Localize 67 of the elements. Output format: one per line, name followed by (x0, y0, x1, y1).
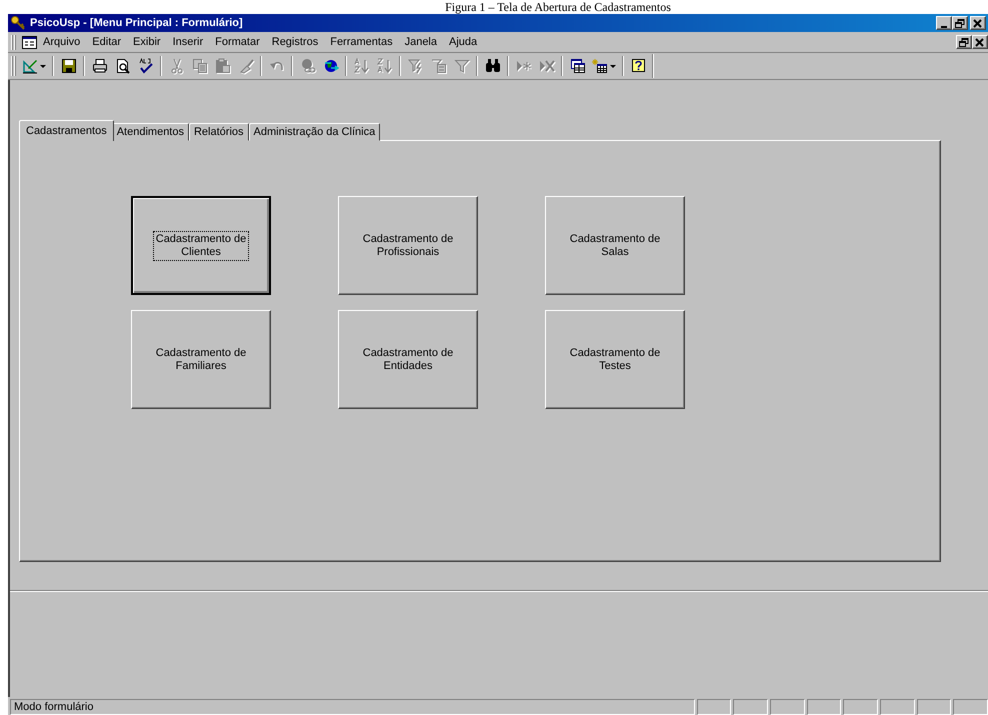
tab[interactable]: Administração da Clínica (248, 123, 380, 141)
question-mark-icon (630, 58, 646, 74)
globe-chain-icon (300, 58, 316, 74)
tab[interactable]: Cadastramentos (19, 120, 114, 141)
status-panel (696, 699, 732, 715)
sort-descending-icon (376, 58, 392, 74)
status-panel (916, 699, 952, 715)
key-icon (10, 15, 26, 31)
menu-button[interactable]: Cadastramento de Clientes (131, 196, 271, 295)
close-icon (974, 36, 986, 48)
restore-icon (958, 36, 970, 48)
menu-item[interactable]: Ferramentas (324, 34, 399, 50)
arrow-cross-icon (538, 58, 554, 74)
menu-button[interactable]: Cadastramento de Testes (545, 310, 685, 409)
close-icon (972, 18, 984, 28)
funnel-icon (454, 58, 470, 74)
printer-icon (92, 58, 108, 74)
arrow-asterisk-icon (516, 58, 532, 74)
menubar-grip[interactable] (11, 34, 16, 50)
caret-icon (610, 64, 616, 68)
globe-arrows-icon (322, 58, 338, 74)
menu-item[interactable]: Formatar (209, 34, 266, 50)
menu-item[interactable]: Ajuda (443, 34, 484, 50)
menu-item[interactable]: Arquivo (37, 34, 86, 50)
menu-item[interactable]: Inserir (166, 34, 210, 50)
close-button[interactable] (970, 16, 986, 30)
copy-pages-icon (192, 58, 208, 74)
status-panel (843, 699, 878, 715)
document-close-button[interactable] (972, 35, 988, 49)
menu-item[interactable]: Registros (266, 34, 324, 50)
ruler-pencil-icon (22, 58, 38, 74)
clipboard-icon (214, 58, 230, 74)
sparkle-table-icon (592, 58, 608, 74)
status-panel (953, 699, 988, 715)
status-panel (770, 699, 805, 715)
restore-button[interactable] (952, 16, 968, 30)
minimize-icon (941, 26, 947, 28)
menu-button[interactable]: Cadastramento de Familiares (131, 310, 271, 409)
menu-item[interactable]: Editar (86, 34, 128, 50)
menu-button[interactable]: Cadastramento de Profissionais (338, 196, 478, 295)
tab[interactable]: Relatórios (188, 123, 249, 141)
magnifier-page-icon (114, 58, 130, 74)
filter-form-icon (430, 58, 446, 74)
binoculars-icon (484, 58, 500, 74)
window-title: PsicoUsp - [Menu Principal : Formulário] (30, 17, 244, 29)
figure-caption: Figura 1 – Tela de Abertura de Cadastramentos (445, 0, 671, 14)
tab[interactable]: Atendimentos (112, 123, 189, 141)
spelling-check-icon (138, 58, 154, 74)
menu-button[interactable]: Cadastramento de Entidades (338, 310, 478, 409)
form-icon[interactable] (22, 36, 37, 48)
toolbar-grip[interactable] (11, 56, 16, 76)
stacked-windows-icon (570, 58, 586, 74)
status-text: Modo formulário (10, 699, 695, 715)
status-panel (733, 699, 768, 715)
minimize-button[interactable] (936, 16, 952, 30)
restore-icon (954, 18, 966, 28)
status-panel (806, 699, 842, 715)
paintbrush-icon (238, 58, 254, 74)
menu-item[interactable]: Janela (398, 34, 443, 50)
status-panel (880, 699, 915, 715)
document-restore-button[interactable] (956, 35, 972, 49)
caret-icon (40, 64, 46, 68)
sort-ascending-icon (354, 58, 370, 74)
menu-button[interactable]: Cadastramento de Salas (545, 196, 685, 295)
scissors-icon (168, 58, 184, 74)
filter-lightning-icon (408, 58, 424, 74)
menu-item[interactable]: Exibir (127, 34, 167, 50)
